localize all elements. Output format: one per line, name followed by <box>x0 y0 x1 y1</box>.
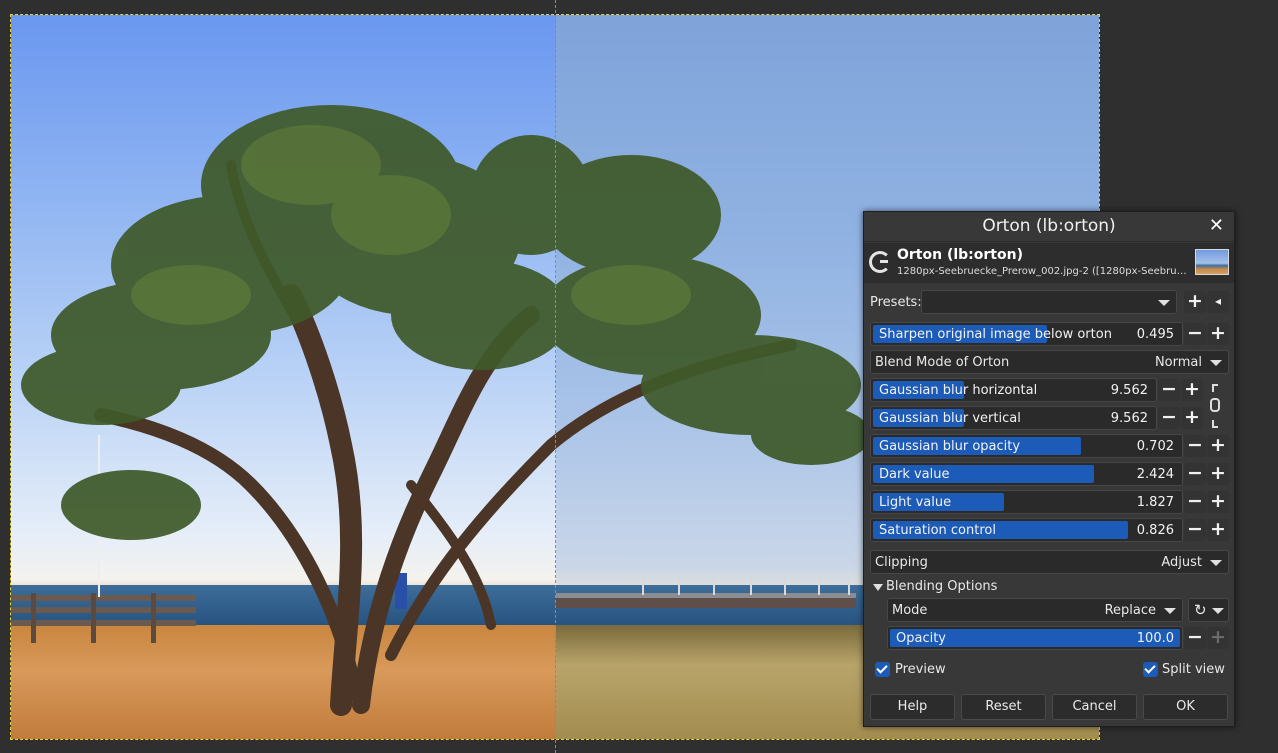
split-view-label: Split view <box>1162 662 1225 677</box>
gaussian-blur-opacity-slider[interactable]: Gaussian blur opacity 0.702 <box>870 434 1183 458</box>
clipping-dropdown[interactable]: Clipping Adjust <box>870 550 1229 574</box>
decrement-button[interactable]: − <box>1184 519 1206 541</box>
chevron-down-icon <box>1210 560 1222 566</box>
decrement-button[interactable]: − <box>1184 435 1206 457</box>
decrement-button[interactable]: − <box>1184 627 1206 649</box>
blend-mode-select[interactable]: Mode Replace <box>887 598 1183 622</box>
increment-button[interactable]: + <box>1181 379 1203 401</box>
filter-name: Orton (lb:orton) <box>897 247 1023 263</box>
composite-mode-dropdown[interactable]: ↻ <box>1188 598 1229 622</box>
preset-menu-icon[interactable]: ◂ <box>1207 291 1229 313</box>
preview-label: Preview <box>895 662 946 677</box>
light-value-slider[interactable]: Light value 1.827 <box>870 490 1183 514</box>
decrement-button[interactable]: − <box>1184 323 1206 345</box>
increment-button[interactable]: + <box>1207 519 1229 541</box>
decrement-button[interactable]: − <box>1184 491 1206 513</box>
dialog-titlebar[interactable]: Orton (lb:orton) ✕ <box>864 212 1234 242</box>
cancel-button[interactable]: Cancel <box>1052 694 1137 720</box>
chevron-down-icon <box>1210 360 1222 366</box>
increment-button[interactable]: + <box>1207 491 1229 513</box>
decrement-button[interactable]: − <box>1184 463 1206 485</box>
increment-button: + <box>1207 627 1229 649</box>
decrement-button[interactable]: − <box>1158 407 1180 429</box>
filter-header: Orton (lb:orton) 1280px-Seebruecke_Prero… <box>864 243 1234 283</box>
blend-mode-dropdown[interactable]: Blend Mode of Orton Normal <box>870 350 1229 374</box>
preview-checkbox[interactable] <box>875 662 890 677</box>
dark-value-slider[interactable]: Dark value 2.424 <box>870 462 1183 486</box>
increment-button[interactable]: + <box>1207 463 1229 485</box>
close-icon[interactable]: ✕ <box>1209 215 1224 236</box>
sharpen-slider[interactable]: Sharpen original image below orton 0.495 <box>870 322 1183 346</box>
chevron-down-icon <box>1164 608 1176 614</box>
blending-options-expander[interactable]: Blending Options <box>886 579 997 594</box>
chevron-down-icon <box>1158 300 1170 306</box>
increment-button[interactable]: + <box>1181 407 1203 429</box>
increment-button[interactable]: + <box>1207 435 1229 457</box>
opacity-slider[interactable]: Opacity 100.0 <box>887 626 1183 650</box>
add-preset-icon[interactable]: + <box>1184 291 1206 313</box>
chain-link-icon[interactable] <box>1209 384 1221 428</box>
orton-filter-dialog: Orton (lb:orton) ✕ Orton (lb:orton) 1280… <box>863 211 1235 727</box>
presets-dropdown[interactable] <box>921 290 1177 314</box>
split-view-checkbox[interactable] <box>1143 662 1158 677</box>
dialog-title: Orton (lb:orton) <box>982 216 1116 236</box>
image-source-label: 1280px-Seebruecke_Prerow_002.jpg-2 ([128… <box>897 266 1189 277</box>
saturation-control-slider[interactable]: Saturation control 0.826 <box>870 518 1183 542</box>
image-thumbnail <box>1195 249 1229 275</box>
reset-button[interactable]: Reset <box>961 694 1046 720</box>
gimp-logo-icon <box>869 251 891 273</box>
split-view-line[interactable] <box>555 0 556 753</box>
chevron-down-icon <box>1212 608 1224 614</box>
increment-button[interactable]: + <box>1207 323 1229 345</box>
gaussian-blur-vertical-slider[interactable]: Gaussian blur vertical 9.562 <box>870 406 1157 430</box>
reset-mode-icon: ↻ <box>1194 601 1207 619</box>
gaussian-blur-horizontal-slider[interactable]: Gaussian blur horizontal 9.562 <box>870 378 1157 402</box>
help-button[interactable]: Help <box>870 694 955 720</box>
expander-arrow-icon[interactable] <box>873 584 883 591</box>
decrement-button[interactable]: − <box>1158 379 1180 401</box>
ok-button[interactable]: OK <box>1143 694 1228 720</box>
presets-label: Presets: <box>870 295 922 310</box>
